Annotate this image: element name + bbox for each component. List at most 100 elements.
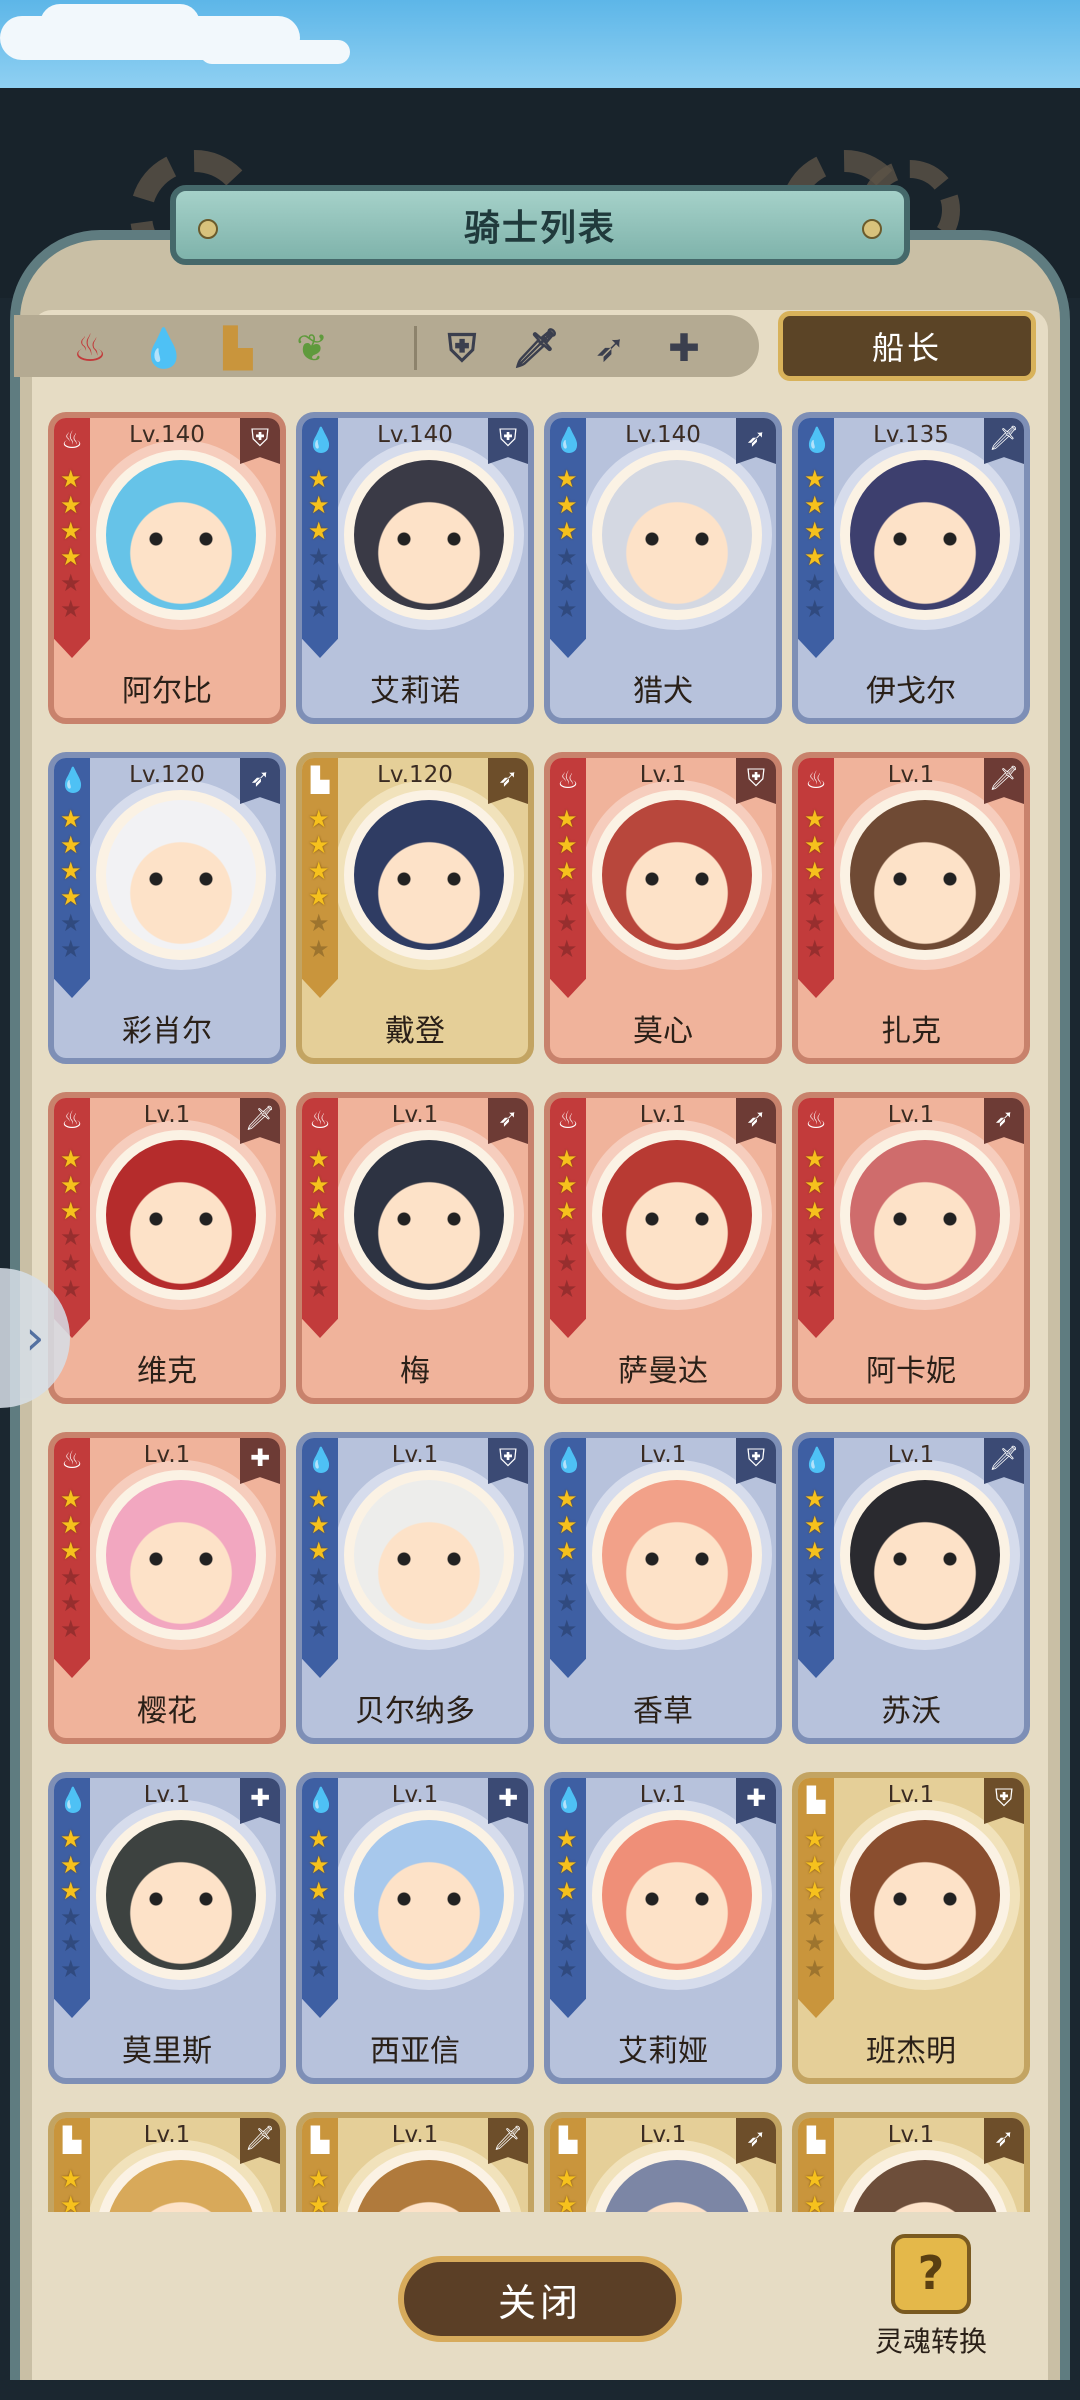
knight-level: Lv.1 <box>143 2122 191 2148</box>
star-icon: ★ <box>556 831 578 859</box>
class-icon: ➶ <box>488 1098 528 1144</box>
star-icon: ★ <box>804 1145 826 1173</box>
star-rating: ★★★★★★ <box>804 1826 830 1982</box>
cloud <box>40 4 200 44</box>
empty-star-icon: ★ <box>308 595 330 623</box>
earth-element-icon: ▙ <box>62 2126 82 2154</box>
knight-card[interactable]: ♨ ★ ★ ★ ★ ★ ★ 🗡 Lv.1 维克 <box>48 1092 286 1404</box>
star-icon: ★ <box>556 1197 578 1225</box>
star-icon: ★ <box>308 2191 330 2212</box>
knight-name: 苏沃 <box>881 1694 941 1729</box>
knight-portrait <box>850 460 1000 610</box>
knight-card[interactable]: 💧 ★ ★ ★ ★ ★ ★ 🗡 Lv.1 苏沃 <box>792 1432 1030 1744</box>
knight-grid[interactable]: ♨ ★ ★ ★ ★ ★ ★ ⛨ Lv.140 阿尔比 💧 ★ ★ ★ ★ ★ ★ ⛨ Lv.140 艾莉诺 💧 ★ ★ ★ ★ ★… <box>48 412 1032 2212</box>
star-icon: ★ <box>308 1145 330 1173</box>
star-icon: ★ <box>804 1511 826 1539</box>
knight-card[interactable]: 💧 ★ ★ ★ ★ ★ ★ ➶ Lv.140 猎犬 <box>544 412 782 724</box>
knight-card[interactable]: 💧 ★ ★ ★ ★ ★ ★ ✚ Lv.1 艾莉娅 <box>544 1772 782 2084</box>
empty-star-icon: ★ <box>804 1275 826 1303</box>
class-icon: 🗡 <box>240 2118 280 2164</box>
bow-class-icon[interactable]: ➶ <box>582 320 638 376</box>
fire-element-icon: ♨ <box>557 1106 579 1134</box>
portrait-frame <box>830 780 1020 970</box>
element-ribbon: ▙ ★★★★★★ <box>54 2118 90 2212</box>
knight-level: Lv.1 <box>887 762 935 788</box>
star-rating: ★★★★★★ <box>308 806 334 962</box>
panel-title-plate: 骑士列表 <box>170 185 910 265</box>
element-ribbon: ♨ ★ ★ ★ ★ ★ ★ <box>54 418 90 658</box>
knight-card[interactable]: 💧 ★ ★ ★ ★ ★ ★ ➶ Lv.120 彩肖尔 <box>48 752 286 1064</box>
knight-portrait <box>602 1140 752 1290</box>
fire-element-icon[interactable]: ♨ <box>62 320 118 376</box>
earth-element-icon: ▙ <box>806 1786 826 1814</box>
knight-card[interactable]: 💧 ★ ★ ★ ★ ★ ★ ⛨ Lv.1 贝尔纳多 <box>296 1432 534 1744</box>
knight-level: Lv.120 <box>377 762 453 788</box>
class-icon: ✚ <box>240 1438 280 1484</box>
class-icon: ✚ <box>488 1778 528 1824</box>
knight-card[interactable]: 💧 ★ ★ ★ ★ ★ ★ 🗡 Lv.135 伊戈尔 <box>792 412 1030 724</box>
star-icon: ★ <box>60 1145 82 1173</box>
wind-element-icon[interactable]: ❦ <box>284 320 340 376</box>
knight-card[interactable]: ▙ ★ ★ ★ ★ ★ ★ ➶ Lv.120 戴登 <box>296 752 534 1064</box>
close-button[interactable]: 关闭 <box>398 2256 682 2342</box>
portrait-frame <box>582 1800 772 1990</box>
knight-card[interactable]: ♨ ★ ★ ★ ★ ★ ★ ➶ Lv.1 萨曼达 <box>544 1092 782 1404</box>
star-rating: ★★★★★★ <box>60 2166 86 2212</box>
portrait-frame <box>582 1120 772 1310</box>
support-class-icon[interactable]: ✚ <box>656 320 712 376</box>
empty-star-icon: ★ <box>308 1563 330 1591</box>
knight-card[interactable]: ▙ ★ ★ ★ ★ ★ ★ ⛨ Lv.1 班杰明 <box>792 1772 1030 2084</box>
knight-portrait <box>602 2160 752 2212</box>
soul-convert-button[interactable]: ? 灵魂转换 <box>866 2228 996 2358</box>
star-icon: ★ <box>556 517 578 545</box>
knight-card[interactable]: ▙ ★★★★★★ ➶ Lv.1 <box>544 2112 782 2212</box>
star-icon: ★ <box>804 1851 826 1879</box>
water-element-icon[interactable]: 💧 <box>136 320 192 376</box>
element-ribbon: ▙ ★★★★★★ <box>302 2118 338 2212</box>
knight-card[interactable]: 💧 ★ ★ ★ ★ ★ ★ ✚ Lv.1 西亚信 <box>296 1772 534 2084</box>
knight-card[interactable]: ♨ ★ ★ ★ ★ ★ ★ 🗡 Lv.1 扎克 <box>792 752 1030 1064</box>
earth-element-icon[interactable]: ▙ <box>210 320 266 376</box>
sword-class-icon[interactable]: 🗡 <box>508 320 564 376</box>
knight-card[interactable]: ♨ ★ ★ ★ ★ ★ ★ ⛨ Lv.140 阿尔比 <box>48 412 286 724</box>
element-ribbon: 💧 ★ ★ ★ ★ ★ ★ <box>550 418 586 658</box>
portrait-frame <box>334 1460 524 1650</box>
portrait-frame <box>86 1460 276 1650</box>
star-icon: ★ <box>60 831 82 859</box>
knight-card[interactable]: ▙ ★★★★★★ 🗡 Lv.1 <box>48 2112 286 2212</box>
water-element-icon: 💧 <box>58 1786 88 1814</box>
knight-card[interactable]: ♨ ★ ★ ★ ★ ★ ★ ➶ Lv.1 阿卡妮 <box>792 1092 1030 1404</box>
star-icon: ★ <box>556 1145 578 1173</box>
empty-star-icon: ★ <box>60 935 82 963</box>
knight-card[interactable]: ♨ ★ ★ ★ ★ ★ ★ ➶ Lv.1 梅 <box>296 1092 534 1404</box>
star-icon: ★ <box>556 1851 578 1879</box>
empty-star-icon: ★ <box>804 569 826 597</box>
class-icon: ⛨ <box>736 1438 776 1484</box>
knight-card[interactable]: ▙ ★★★★★★ ➶ Lv.1 <box>792 2112 1030 2212</box>
knight-card[interactable]: 💧 ★ ★ ★ ★ ★ ★ ✚ Lv.1 莫里斯 <box>48 1772 286 2084</box>
water-element-icon: 💧 <box>306 1786 336 1814</box>
knight-name: 班杰明 <box>866 2034 956 2069</box>
knight-card[interactable]: ♨ ★ ★ ★ ★ ★ ★ ⛨ Lv.1 莫心 <box>544 752 782 1064</box>
water-element-icon: 💧 <box>306 1446 336 1474</box>
knight-name: 伊戈尔 <box>866 674 956 709</box>
empty-star-icon: ★ <box>804 935 826 963</box>
knight-portrait <box>602 1480 752 1630</box>
knight-card[interactable]: 💧 ★ ★ ★ ★ ★ ★ ⛨ Lv.1 香草 <box>544 1432 782 1744</box>
shield-class-icon[interactable]: ⛨ <box>434 320 490 376</box>
knight-card[interactable]: ▙ ★★★★★★ 🗡 Lv.1 <box>296 2112 534 2212</box>
captain-button[interactable]: 船长 <box>778 311 1036 381</box>
class-icon: ⛨ <box>736 758 776 804</box>
star-icon: ★ <box>308 831 330 859</box>
fire-element-icon: ♨ <box>805 766 827 794</box>
water-element-icon: 💧 <box>554 1786 584 1814</box>
class-icon: ➶ <box>984 2118 1024 2164</box>
empty-star-icon: ★ <box>60 1929 82 1957</box>
class-icon: ✚ <box>736 1778 776 1824</box>
knight-portrait <box>602 1820 752 1970</box>
knight-card[interactable]: 💧 ★ ★ ★ ★ ★ ★ ⛨ Lv.140 艾莉诺 <box>296 412 534 724</box>
rivet <box>862 219 882 239</box>
empty-star-icon: ★ <box>804 1615 826 1643</box>
empty-star-icon: ★ <box>804 1223 826 1251</box>
knight-card[interactable]: ♨ ★ ★ ★ ★ ★ ★ ✚ Lv.1 樱花 <box>48 1432 286 1744</box>
